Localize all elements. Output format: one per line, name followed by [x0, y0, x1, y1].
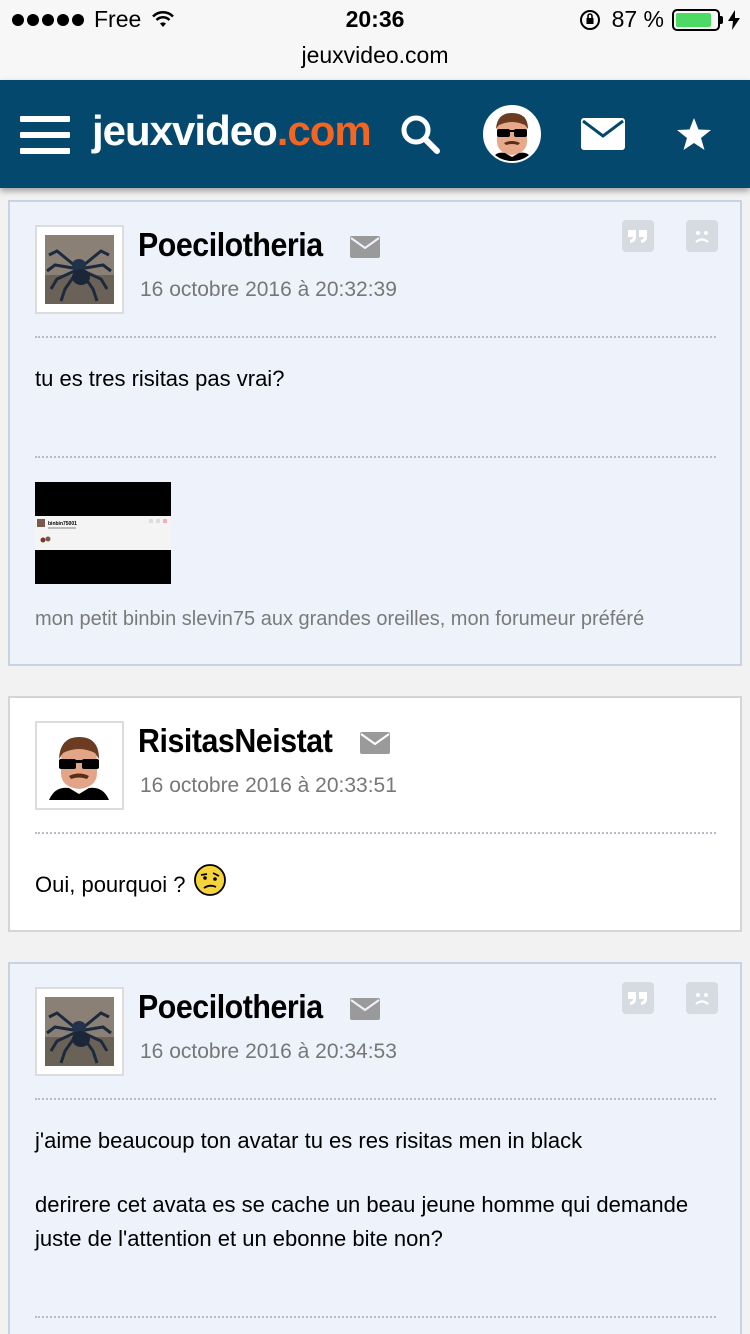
post-author[interactable]: RisitasNeistat [138, 722, 333, 760]
post-avatar[interactable] [35, 721, 124, 810]
quote-icon[interactable] [622, 982, 654, 1014]
menu-icon[interactable] [20, 116, 70, 156]
signature-image[interactable]: binbin75001 [35, 516, 171, 550]
forum-post: Poecilotheria 16 octobre 2016 à 20:34:53… [8, 962, 742, 1334]
forum-post: Poecilotheria 16 octobre 2016 à 20:32:39… [8, 200, 742, 666]
report-icon[interactable] [686, 982, 718, 1014]
risitas-avatar [45, 731, 114, 800]
status-bar: Free 20:36 87 % [0, 0, 750, 40]
post-date[interactable]: 16 octobre 2016 à 20:32:39 [140, 278, 397, 302]
battery-percent: 87 % [611, 6, 664, 32]
post-separator [35, 1098, 716, 1100]
post-paragraph: Oui, pourquoi ? [35, 872, 186, 897]
post-date[interactable]: 16 octobre 2016 à 20:34:53 [140, 1040, 397, 1064]
post-date[interactable]: 16 octobre 2016 à 20:33:51 [140, 774, 397, 798]
app-header: jeuxvideo.com [0, 80, 750, 188]
private-message-icon[interactable] [350, 236, 380, 258]
tarantula-avatar [45, 235, 114, 304]
redaction-bar [35, 550, 171, 584]
post-avatar[interactable] [35, 225, 124, 314]
post-author[interactable]: Poecilotheria [138, 988, 323, 1026]
post-paragraph: derirere cet avata es se cache un beau j… [35, 1192, 689, 1251]
tarantula-avatar [45, 997, 114, 1066]
private-message-icon[interactable] [350, 998, 380, 1020]
quote-icon[interactable] [622, 220, 654, 252]
logo-main: jeuxvideo [92, 107, 278, 154]
post-separator [35, 832, 716, 834]
logo-accent: .com [276, 107, 372, 154]
status-right: 87 % [578, 6, 740, 33]
orientation-lock-icon [579, 9, 600, 30]
post-paragraph: tu es tres risitas pas vrai? [35, 366, 285, 391]
star-icon[interactable] [674, 80, 714, 188]
charging-icon [728, 9, 740, 30]
search-icon[interactable] [394, 80, 446, 188]
post-author[interactable]: Poecilotheria [138, 226, 323, 264]
post-separator [35, 336, 716, 338]
signature-separator [35, 456, 716, 458]
redaction-bar [35, 482, 171, 516]
site-logo[interactable]: jeuxvideo.com [92, 107, 372, 155]
mail-icon[interactable] [580, 80, 626, 188]
forum-post: RisitasNeistat 16 octobre 2016 à 20:33:5… [8, 696, 742, 932]
post-avatar[interactable] [35, 987, 124, 1076]
url-domain: jeuxvideo.com [301, 42, 449, 68]
url-bar[interactable]: jeuxvideo.com [0, 40, 750, 80]
user-avatar[interactable] [483, 80, 541, 188]
signature-thumb-name: binbin75001 [48, 521, 77, 527]
battery-icon [672, 8, 723, 31]
private-message-icon[interactable] [360, 732, 390, 754]
post-body: j'aime beaucoup ton avatar tu es res ris… [35, 1124, 716, 1256]
post-signature: mon petit binbin slevin75 aux grandes or… [35, 608, 645, 630]
post-body: tu es tres risitas pas vrai? [35, 362, 716, 396]
report-icon[interactable] [686, 220, 718, 252]
doubt-smiley [194, 864, 227, 896]
post-body: Oui, pourquoi ? [35, 864, 716, 902]
post-paragraph: j'aime beaucoup ton avatar tu es res ris… [35, 1128, 583, 1153]
signature-separator [35, 1316, 716, 1318]
